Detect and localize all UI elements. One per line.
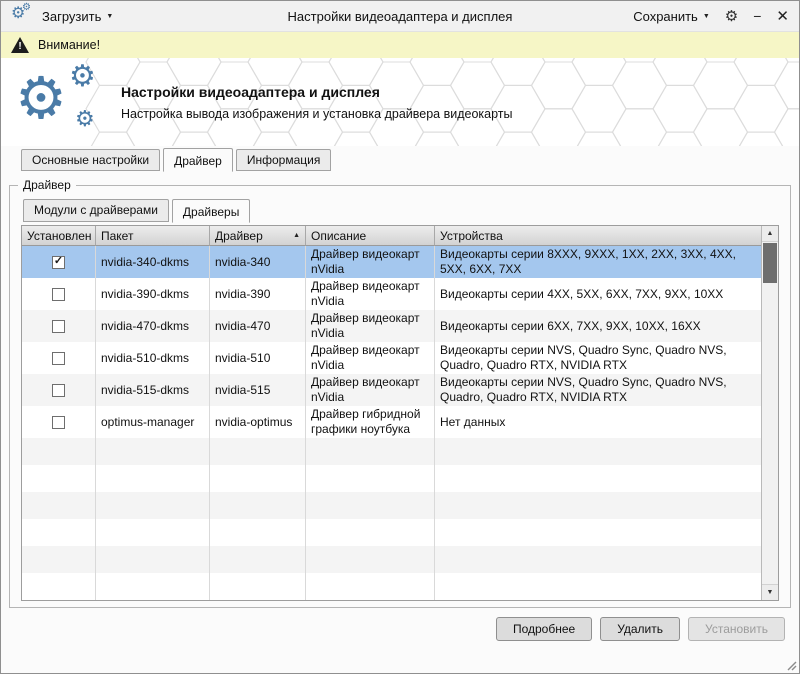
package-cell: nvidia-515-dkms	[96, 374, 210, 406]
description-cell: Драйвер видеокарт nVidia	[306, 246, 435, 278]
devices-cell: Нет данных	[435, 406, 761, 438]
table-header: Установлен Пакет Драйвер ▲ Описание Устр…	[22, 226, 761, 246]
main-tabs: Основные настройки Драйвер Информация	[1, 146, 799, 171]
warning-bar: ! Внимание!	[1, 32, 799, 58]
chevron-down-icon: ▼	[106, 13, 113, 20]
warning-icon: !	[11, 37, 29, 53]
package-cell: nvidia-390-dkms	[96, 278, 210, 310]
save-menu-label: Сохранить	[633, 9, 698, 24]
package-cell: nvidia-510-dkms	[96, 342, 210, 374]
table-row[interactable]: ✓ nvidia-390-dkms nvidia-390 Драйвер вид…	[22, 278, 761, 310]
scrollbar-thumb[interactable]	[763, 243, 777, 283]
empty-row	[22, 546, 761, 573]
table-row[interactable]: ✓ nvidia-510-dkms nvidia-510 Драйвер вид…	[22, 342, 761, 374]
warning-text: Внимание!	[38, 38, 100, 52]
empty-row	[22, 573, 761, 600]
page-header: ⚙ ⚙ ⚙ Настройки видеоадаптера и дисплея …	[1, 58, 799, 146]
column-header-description[interactable]: Описание	[306, 226, 435, 246]
driver-cell: nvidia-390	[210, 278, 306, 310]
titlebar: Настройки видеоадаптера и дисплея ⚙ ⚙ За…	[1, 1, 799, 32]
install-button[interactable]: Установить	[688, 617, 785, 641]
installed-checkbox[interactable]: ✓	[52, 288, 65, 301]
tab-driver[interactable]: Драйвер	[163, 148, 233, 172]
devices-cell: Видеокарты серии NVS, Quadro Sync, Quadr…	[435, 342, 761, 374]
save-menu-button[interactable]: Сохранить ▼	[633, 9, 710, 24]
check-icon: ✓	[54, 256, 63, 267]
sort-asc-icon: ▲	[293, 232, 300, 239]
driver-subtabs: Модули с драйверами Драйверы	[21, 199, 779, 222]
devices-cell: Видеокарты серии 8XXX, 9XXX, 1XX, 2XX, 3…	[435, 246, 761, 278]
details-button[interactable]: Подробнее	[496, 617, 592, 641]
page-subtitle: Настройка вывода изображения и установка…	[121, 107, 513, 121]
empty-row	[22, 492, 761, 519]
close-button[interactable]: ✕	[776, 9, 789, 24]
description-cell: Драйвер видеокарт nVidia	[306, 278, 435, 310]
description-cell: Драйвер видеокарт nVidia	[306, 374, 435, 406]
devices-cell: Видеокарты серии 6XX, 7XX, 9XX, 10XX, 16…	[435, 310, 761, 342]
tab-main-settings[interactable]: Основные настройки	[21, 149, 160, 171]
installed-checkbox[interactable]: ✓	[52, 320, 65, 333]
table-body: ✓ nvidia-340-dkms nvidia-340 Драйвер вид…	[22, 246, 761, 600]
app-window: Настройки видеоадаптера и дисплея ⚙ ⚙ За…	[0, 0, 800, 674]
driver-cell: nvidia-510	[210, 342, 306, 374]
gears-icon: ⚙ ⚙ ⚙	[13, 64, 105, 140]
scrollbar-track[interactable]	[762, 242, 778, 584]
tab-information[interactable]: Информация	[236, 149, 331, 171]
installed-checkbox[interactable]: ✓	[52, 416, 65, 429]
minimize-button[interactable]: −	[753, 9, 761, 23]
load-menu-button[interactable]: Загрузить ▼	[42, 9, 113, 24]
table-row[interactable]: ✓ optimus-manager nvidia-optimus Драйвер…	[22, 406, 761, 438]
drivers-table: Установлен Пакет Драйвер ▲ Описание Устр…	[21, 225, 779, 601]
app-gears-icon: ⚙ ⚙	[11, 5, 33, 27]
table-row[interactable]: ✓ nvidia-340-dkms nvidia-340 Драйвер вид…	[22, 246, 761, 278]
package-cell: optimus-manager	[96, 406, 210, 438]
empty-row	[22, 465, 761, 492]
column-header-driver[interactable]: Драйвер ▲	[210, 226, 306, 246]
driver-groupbox: Драйвер Модули с драйверами Драйверы Уст…	[9, 185, 791, 608]
chevron-down-icon: ▼	[703, 13, 710, 20]
resize-grip[interactable]	[785, 659, 797, 671]
installed-checkbox[interactable]: ✓	[52, 256, 65, 269]
settings-gear-icon[interactable]: ⚙	[725, 9, 738, 24]
description-cell: Драйвер гибридной графики ноутбука	[306, 406, 435, 438]
package-cell: nvidia-340-dkms	[96, 246, 210, 278]
description-cell: Драйвер видеокарт nVidia	[306, 310, 435, 342]
table-row[interactable]: ✓ nvidia-515-dkms nvidia-515 Драйвер вид…	[22, 374, 761, 406]
devices-cell: Видеокарты серии NVS, Quadro Sync, Quadr…	[435, 374, 761, 406]
empty-row	[22, 519, 761, 546]
package-cell: nvidia-470-dkms	[96, 310, 210, 342]
scroll-down-button[interactable]: ▼	[762, 584, 778, 600]
column-header-devices[interactable]: Устройства	[435, 226, 761, 246]
column-header-package[interactable]: Пакет	[96, 226, 210, 246]
devices-cell: Видеокарты серии 4XX, 5XX, 6XX, 7XX, 9XX…	[435, 278, 761, 310]
vertical-scrollbar[interactable]: ▲ ▼	[761, 226, 778, 600]
column-header-installed[interactable]: Установлен	[22, 226, 96, 246]
table-row[interactable]: ✓ nvidia-470-dkms nvidia-470 Драйвер вид…	[22, 310, 761, 342]
driver-cell: nvidia-340	[210, 246, 306, 278]
empty-row	[22, 438, 761, 465]
load-menu-label: Загрузить	[42, 9, 101, 24]
content-area: Драйвер Модули с драйверами Драйверы Уст…	[1, 171, 799, 641]
delete-button[interactable]: Удалить	[600, 617, 680, 641]
scroll-up-button[interactable]: ▲	[762, 226, 778, 242]
driver-cell: nvidia-470	[210, 310, 306, 342]
installed-checkbox[interactable]: ✓	[52, 352, 65, 365]
description-cell: Драйвер видеокарт nVidia	[306, 342, 435, 374]
tab-driver-modules[interactable]: Модули с драйверами	[23, 199, 169, 222]
driver-cell: nvidia-515	[210, 374, 306, 406]
action-buttons: Подробнее Удалить Установить	[15, 617, 785, 641]
driver-cell: nvidia-optimus	[210, 406, 306, 438]
tab-drivers[interactable]: Драйверы	[172, 199, 250, 223]
page-title: Настройки видеоадаптера и дисплея	[121, 84, 513, 100]
installed-checkbox[interactable]: ✓	[52, 384, 65, 397]
groupbox-legend: Драйвер	[18, 178, 76, 192]
